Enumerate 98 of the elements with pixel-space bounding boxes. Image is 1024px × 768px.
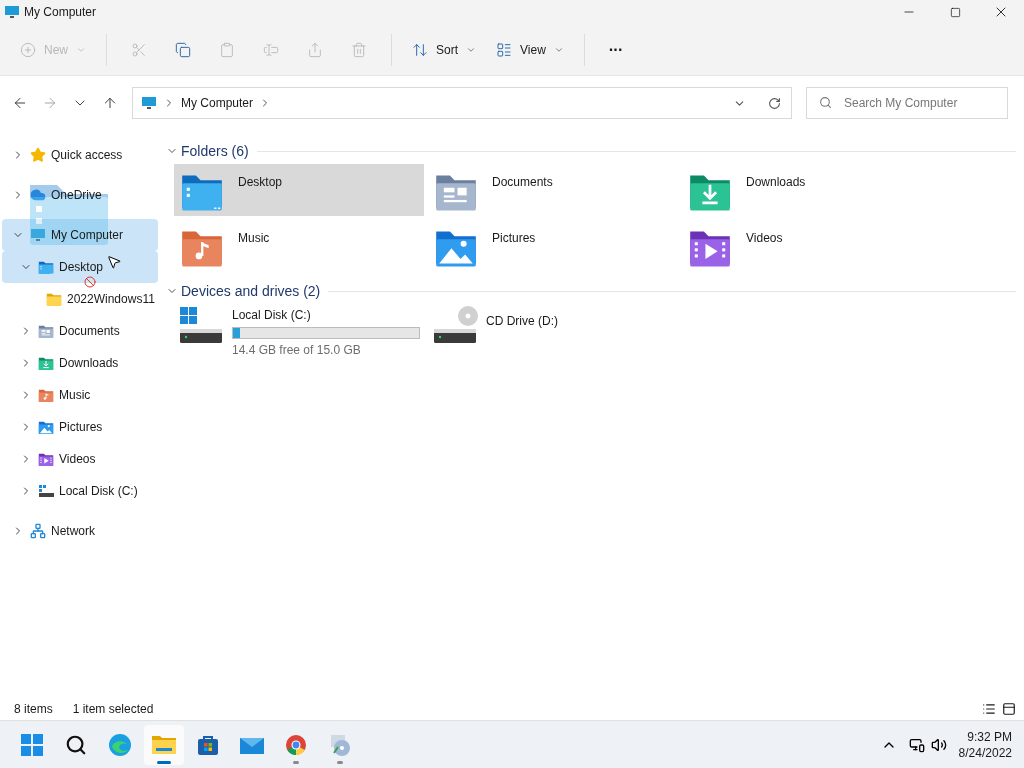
folder-tile[interactable]: Desktop (174, 164, 424, 216)
ring-circle-icon (285, 733, 307, 756)
folder-name: Music (238, 230, 270, 247)
star-icon (30, 147, 46, 163)
tree-item[interactable]: Music (2, 379, 158, 411)
folder-tile[interactable]: Videos (682, 220, 932, 272)
monitor-icon (141, 95, 157, 111)
cursor-icon (106, 254, 122, 270)
tree-item-label: Videos (59, 451, 96, 468)
tree-item[interactable]: Pictures (2, 411, 158, 443)
rename-icon (263, 41, 279, 58)
tree-item[interactable]: 2022Windows11 (2, 283, 158, 315)
section-header: Devices and drives (2) (181, 281, 321, 301)
windows-logo-icon (21, 733, 43, 756)
more-button[interactable]: ··· (596, 33, 635, 66)
cd-drive-icon (434, 305, 478, 345)
network-icon (30, 523, 46, 539)
refresh-icon[interactable] (768, 96, 781, 110)
copy-icon (175, 41, 191, 58)
tree-item-label: Quick access (51, 147, 123, 164)
folder-tile[interactable]: Downloads (682, 164, 932, 216)
tree-item[interactable]: Documents (2, 315, 158, 347)
tree-item[interactable]: Quick access (2, 139, 158, 171)
tree-item[interactable]: Network (2, 515, 158, 547)
address-bar[interactable]: My Computer (132, 87, 792, 119)
drive-name: CD Drive (D:) (486, 313, 558, 330)
tree-item-label: OneDrive (51, 187, 102, 204)
running-indicator (157, 760, 171, 764)
item-count: 8 items (14, 701, 53, 718)
details-view-icon[interactable] (982, 702, 996, 716)
drive-tile[interactable]: CD Drive (D:) (428, 304, 678, 356)
folder-tile[interactable]: Pictures (428, 220, 678, 272)
tree-item-label: Network (51, 523, 95, 540)
trash-icon (351, 41, 367, 58)
folder-name: Videos (746, 230, 783, 247)
tree-item[interactable]: Downloads (2, 347, 158, 379)
folder-tile[interactable]: Music (174, 220, 424, 272)
list-icon (496, 41, 513, 58)
wave-circle-icon (108, 732, 132, 757)
search-icon (819, 96, 832, 109)
tree-item-label: Desktop (59, 259, 104, 276)
music-folder-icon (38, 387, 54, 403)
tree-item[interactable]: Local Disk (C:) (2, 475, 158, 507)
running-indicator (293, 760, 299, 764)
folder-name: Desktop (238, 174, 283, 191)
folder-tile[interactable]: Documents (428, 164, 678, 216)
drive-name: Local Disk (C:) (232, 307, 312, 324)
folder-icon (46, 291, 62, 307)
drive-icon (38, 483, 54, 499)
volume-icon[interactable] (930, 736, 947, 753)
restore-icon (949, 6, 961, 18)
share-icon (307, 41, 323, 58)
tree-item-label: My Computer (51, 227, 124, 244)
window-title: My Computer (24, 4, 97, 21)
download-folder-icon (38, 355, 54, 371)
breadcrumb[interactable]: My Computer (181, 94, 254, 112)
tree-item[interactable]: OneDrive (2, 179, 158, 211)
selection-count: 1 item selected (72, 701, 154, 718)
video-folder-icon (38, 451, 54, 467)
shopping-bag-icon (197, 733, 219, 756)
search-icon (65, 733, 87, 756)
tree-item-label: Downloads (59, 355, 119, 372)
folder-name: Pictures (492, 230, 536, 247)
drive-tile[interactable]: Local Disk (C:) 14.4 GB free of 15.0 GB (174, 304, 424, 356)
running-indicator (337, 760, 343, 764)
tree-item-label: Local Disk (C:) (59, 483, 138, 500)
folder-name: Documents (492, 174, 553, 191)
monitor-icon (30, 227, 46, 243)
cloud-icon (30, 187, 46, 203)
clipboard-icon (219, 41, 235, 58)
folder-icon (151, 733, 177, 756)
free-space-text: 14.4 GB free of 15.0 GB (232, 342, 362, 359)
tree-item[interactable]: Videos (2, 443, 158, 475)
tree-item-label: Pictures (59, 419, 103, 436)
clock[interactable]: 9:32 PM 8/24/2022 (958, 728, 1012, 761)
desktop-folder-icon (38, 259, 54, 275)
monitor-icon (4, 4, 20, 20)
picture-folder-icon (38, 419, 54, 435)
plus-icon (20, 41, 36, 58)
right-arrow-icon (42, 95, 58, 111)
network-status-icon[interactable] (908, 736, 925, 753)
sort-icon (412, 41, 428, 58)
scissors-icon (131, 41, 147, 58)
disc-icon (328, 732, 352, 757)
folder-name: Downloads (746, 174, 806, 191)
tree-item[interactable]: My Computer (2, 219, 158, 251)
toolbar-button[interactable]: View (488, 33, 572, 66)
document-folder-icon (38, 323, 54, 339)
tree-item-label: 2022Windows11 (67, 291, 155, 308)
tree-item[interactable]: Desktop (2, 251, 158, 283)
section-header: Folders (6) (181, 141, 249, 161)
hard-drive-icon (180, 305, 224, 345)
toolbar-button[interactable]: Sort (404, 33, 485, 66)
search-field[interactable]: Search My Computer (806, 87, 1008, 119)
tree-item-label: Music (59, 387, 91, 404)
no-drop-icon (84, 276, 96, 288)
tree-item-label: Documents (59, 323, 120, 340)
tiles-view-icon[interactable] (1002, 702, 1016, 716)
